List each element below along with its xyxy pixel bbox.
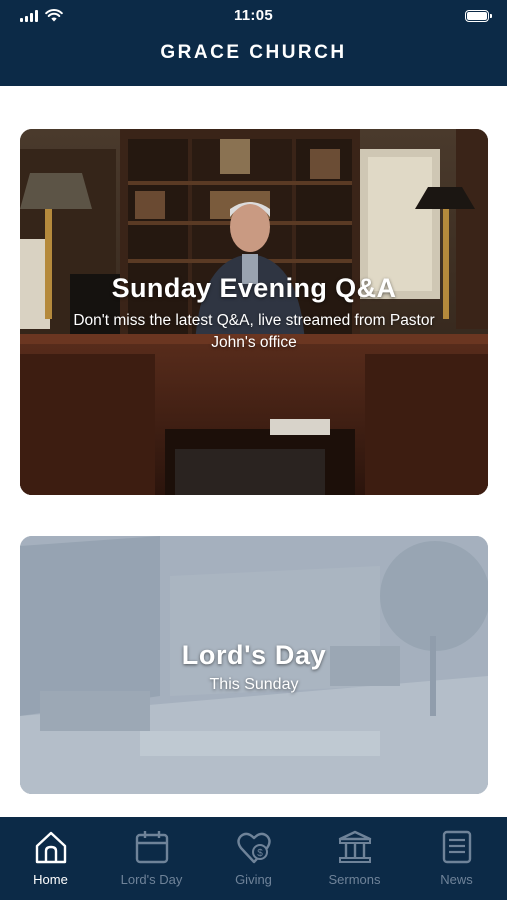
news-icon	[442, 830, 472, 864]
home-icon	[35, 831, 67, 864]
tab-label: News	[440, 872, 473, 887]
calendar-icon	[135, 831, 169, 864]
tab-label: Lord's Day	[120, 872, 183, 887]
card-subtitle: This Sunday	[209, 676, 299, 693]
heart-dollar-icon: $	[237, 832, 271, 864]
lords-day-card[interactable]: Lord's Day This Sunday	[20, 536, 488, 794]
pillars-icon	[338, 830, 372, 863]
tab-lords-day[interactable]: Lord's Day	[101, 817, 202, 900]
battery-icon	[465, 10, 492, 22]
status-time: 11:05	[233, 7, 274, 24]
card-title: Lord's Day	[181, 640, 327, 670]
app-screen: 11:05 GRACE CHURCH Sunday Evening Q&A Do…	[0, 0, 507, 900]
sunday-evening-qa-card[interactable]: Sunday Evening Q&A Don't miss the latest…	[20, 129, 488, 495]
tab-bar: Home Lord's Day $ Giving Sermons News	[0, 817, 507, 900]
tab-label: Sermons	[328, 872, 381, 887]
svg-text:$: $	[257, 848, 263, 859]
status-bar: 11:05	[0, 0, 507, 32]
app-title: GRACE CHURCH	[160, 42, 347, 63]
tab-sermons[interactable]: Sermons	[304, 817, 405, 900]
tab-label: Giving	[235, 872, 272, 887]
tab-giving[interactable]: $ Giving	[203, 817, 304, 900]
card-subtitle: Don't miss the latest Q&A, live streamed…	[73, 312, 435, 351]
tab-label: Home	[33, 872, 68, 887]
card-title: Sunday Evening Q&A	[111, 273, 397, 303]
tab-home[interactable]: Home	[0, 817, 101, 900]
tab-news[interactable]: News	[406, 817, 507, 900]
app-header: 11:05 GRACE CHURCH	[0, 0, 507, 86]
